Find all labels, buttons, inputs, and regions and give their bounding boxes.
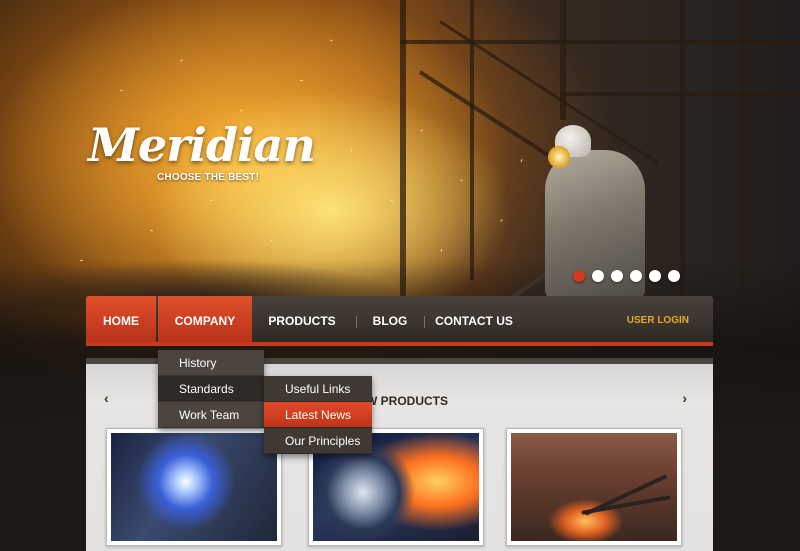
- slider-dot-2[interactable]: [592, 270, 604, 282]
- brand-logo[interactable]: Meridian: [88, 118, 316, 172]
- dropdown-item-work-team[interactable]: Work Team: [158, 402, 264, 428]
- brand-tagline: CHOOSE THE BEST!: [157, 172, 260, 183]
- nav-separator: [424, 316, 425, 328]
- dropdown-item-history[interactable]: History: [158, 350, 264, 376]
- nav-home[interactable]: HOME: [86, 296, 156, 342]
- submenu-item-our-principles[interactable]: Our Principles: [264, 428, 372, 454]
- slider-dot-1[interactable]: [573, 270, 585, 282]
- slider-dot-6[interactable]: [668, 270, 680, 282]
- forging-image: [511, 433, 677, 541]
- slider-dot-3[interactable]: [611, 270, 623, 282]
- product-thumbnail-welding[interactable]: [106, 428, 282, 546]
- hero-beam: [680, 0, 685, 300]
- prev-arrow-icon[interactable]: ‹: [104, 390, 109, 406]
- hero-beam: [400, 40, 800, 44]
- nav-contact[interactable]: CONTACT US: [432, 296, 516, 342]
- submenu-item-useful-links[interactable]: Useful Links: [264, 376, 372, 402]
- nav-blog[interactable]: BLOG: [358, 296, 422, 342]
- welding-image: [111, 433, 277, 541]
- next-arrow-icon[interactable]: ›: [682, 390, 687, 406]
- submenu-item-latest-news[interactable]: Latest News: [264, 402, 372, 428]
- hero-beam: [740, 0, 745, 300]
- hero-beam: [400, 0, 406, 300]
- slider-dot-4[interactable]: [630, 270, 642, 282]
- section-title: W PRODUCTS: [366, 394, 448, 408]
- slider-dot-5[interactable]: [649, 270, 661, 282]
- standards-submenu: Useful Links Latest News Our Principles: [264, 376, 372, 454]
- slider-dots: [573, 270, 680, 282]
- product-thumbnail-forging[interactable]: [506, 428, 682, 546]
- company-dropdown: History Standards Work Team: [158, 350, 264, 428]
- main-nav: HOME COMPANY PRODUCTS BLOG CONTACT US US…: [86, 296, 713, 346]
- hero-beam: [560, 92, 800, 96]
- dropdown-item-standards[interactable]: Standards: [158, 376, 264, 402]
- nav-separator: [356, 316, 357, 328]
- nav-products[interactable]: PRODUCTS: [262, 296, 342, 342]
- nav-company[interactable]: COMPANY: [158, 296, 252, 342]
- worker-visor-glow: [548, 146, 570, 168]
- user-login-link[interactable]: USER LOGIN: [627, 296, 689, 346]
